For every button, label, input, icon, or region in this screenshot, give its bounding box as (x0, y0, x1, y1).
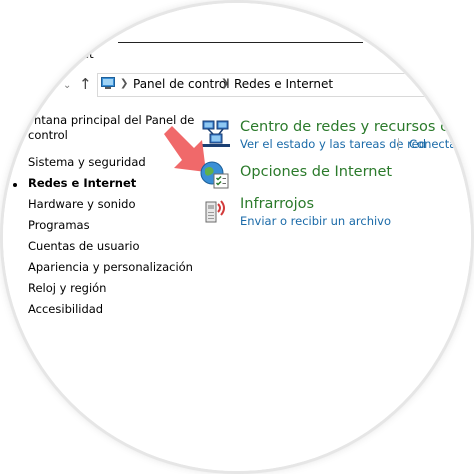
breadcrumb-separator-icon: ❯ (120, 78, 129, 89)
sidebar-item-network-internet[interactable]: Redes e Internet (28, 176, 136, 190)
title-rule (118, 42, 363, 43)
category-internet-options-title[interactable]: Opciones de Internet (240, 164, 392, 180)
control-panel-icon (101, 77, 115, 89)
link-connect[interactable]: Conecta (409, 137, 456, 151)
sidebar-home-link-line2[interactable]: control (28, 128, 68, 142)
sidebar-item-appearance[interactable]: Apariencia y personalización (28, 260, 193, 274)
sidebar-home-link-line1[interactable]: ntana principal del Panel de (34, 113, 194, 127)
link-send-receive-file[interactable]: Enviar o recibir un archivo (240, 214, 391, 228)
sidebar-item-user-accounts[interactable]: Cuentas de usuario (28, 239, 140, 253)
category-infrared-title[interactable]: Infrarrojos (240, 196, 314, 212)
control-panel-window: net ⌄ ↑ ❯ Panel de control ❯ Redes e Int… (3, 3, 471, 471)
sidebar-item-hardware-sound[interactable]: Hardware y sonido (28, 197, 136, 211)
active-item-bullet (13, 183, 17, 187)
sidebar-item-system-security[interactable]: Sistema y seguridad (28, 155, 146, 169)
circular-crop: net ⌄ ↑ ❯ Panel de control ❯ Redes e Int… (3, 3, 471, 471)
recent-locations-chevron-icon[interactable]: ⌄ (63, 80, 71, 91)
breadcrumb-control-panel[interactable]: Panel de control (133, 77, 230, 91)
window-title: net (74, 47, 94, 61)
sidebar-item-accessibility[interactable]: Accesibilidad (28, 302, 103, 316)
breadcrumb-network-internet[interactable]: Redes e Internet (234, 77, 333, 91)
up-arrow-icon[interactable]: ↑ (79, 76, 92, 92)
infrared-icon (205, 200, 225, 223)
category-network-center-title[interactable]: Centro de redes y recursos comp (240, 119, 471, 135)
breadcrumb-separator-icon: ❯ (221, 78, 230, 89)
link-divider (398, 138, 399, 150)
internet-options-icon (200, 161, 229, 189)
sidebar-item-clock-region[interactable]: Reloj y región (28, 281, 106, 295)
screenshot-stage: net ⌄ ↑ ❯ Panel de control ❯ Redes e Int… (0, 0, 474, 474)
sidebar-item-programs[interactable]: Programas (28, 218, 90, 232)
